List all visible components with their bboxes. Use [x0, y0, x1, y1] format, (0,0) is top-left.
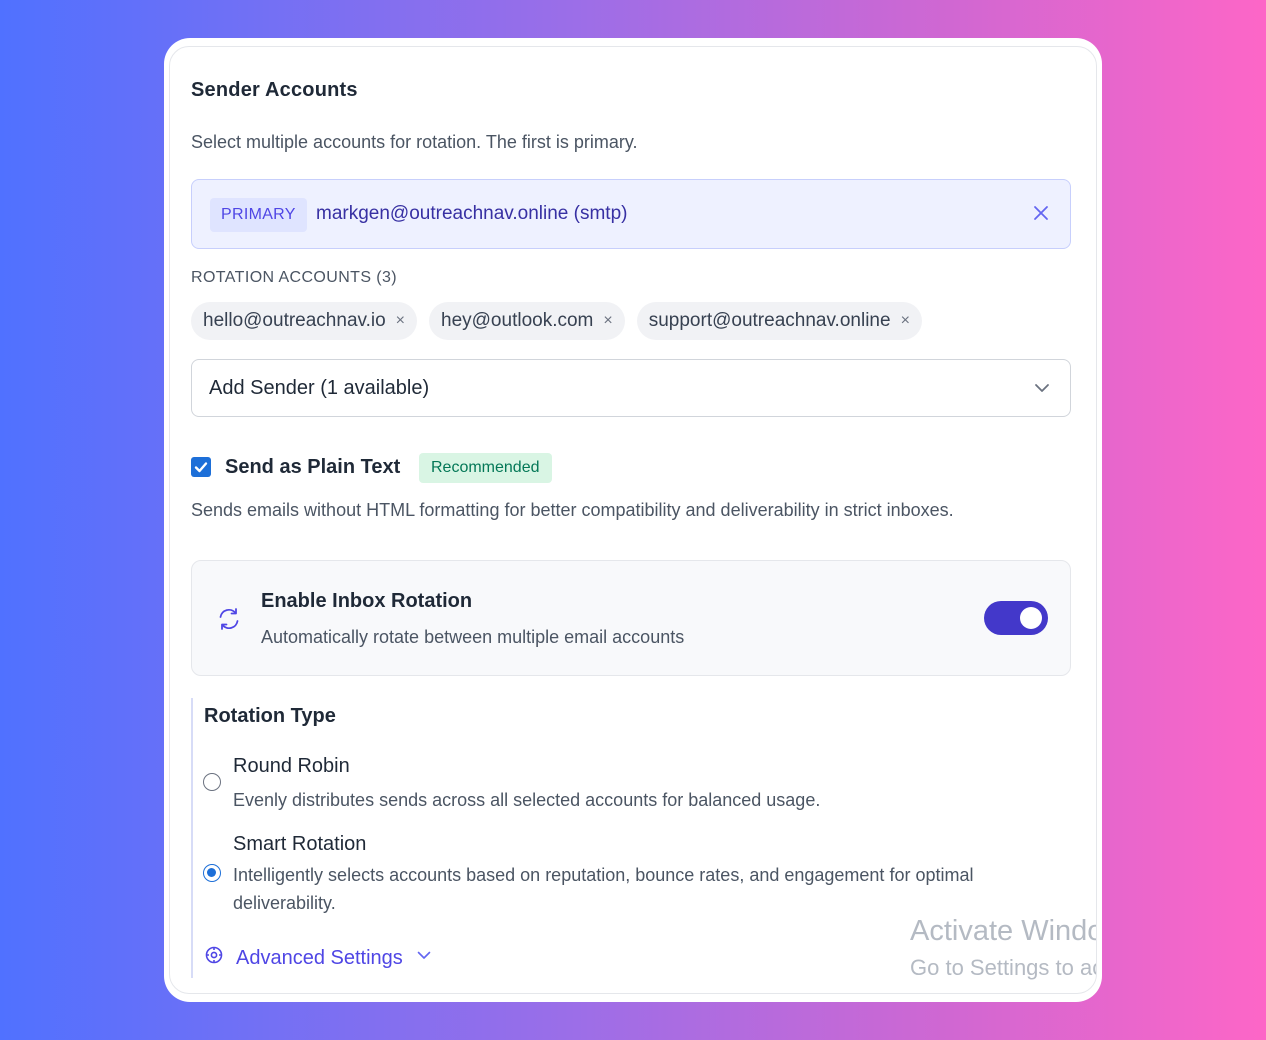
rotation-type-title: Rotation Type	[204, 705, 336, 727]
section-divider	[191, 698, 193, 978]
chevron-down-icon	[415, 946, 433, 970]
smart-rotation-label[interactable]: Smart Rotation	[233, 833, 366, 856]
sender-settings-panel: Sender Accounts Select multiple accounts…	[169, 46, 1097, 994]
chip-email: support@outreachnav.online	[648, 310, 891, 331]
advanced-settings-toggle[interactable]: Advanced Settings	[204, 945, 433, 971]
inbox-rotation-description: Automatically rotate between multiple em…	[261, 627, 685, 647]
chip-email: hey@outlook.com	[441, 310, 594, 331]
account-chip: hello@outreachnav.io ×	[191, 302, 418, 340]
settings-icon	[204, 945, 224, 971]
round-robin-label[interactable]: Round Robin	[233, 755, 350, 778]
chevron-down-icon	[1032, 378, 1052, 398]
inbox-rotation-title: Enable Inbox Rotation	[261, 590, 473, 612]
remove-icon[interactable]: ×	[396, 312, 405, 330]
inbox-rotation-toggle[interactable]	[984, 601, 1048, 635]
advanced-settings-label: Advanced Settings	[236, 946, 403, 969]
remove-icon[interactable]: ×	[901, 312, 910, 330]
smart-rotation-radio[interactable]	[203, 864, 221, 882]
primary-email: markgen@outreachnav.online (smtp)	[316, 203, 628, 224]
refresh-icon	[216, 606, 242, 632]
plain-text-description: Sends emails without HTML formatting for…	[191, 500, 954, 520]
add-sender-select[interactable]: Add Sender (1 available)	[191, 359, 1071, 417]
section-title: Sender Accounts	[191, 79, 358, 101]
section-description: Select multiple accounts for rotation. T…	[191, 132, 638, 152]
plain-text-label[interactable]: Send as Plain Text	[225, 456, 400, 479]
round-robin-radio[interactable]	[203, 773, 221, 791]
inbox-rotation-card: Enable Inbox Rotation Automatically rota…	[191, 560, 1071, 676]
plain-text-checkbox[interactable]	[191, 457, 211, 477]
primary-badge: PRIMARY	[210, 198, 307, 232]
chip-email: hello@outreachnav.io	[203, 310, 386, 331]
remove-icon[interactable]: ×	[603, 312, 612, 330]
activate-windows-watermark: Activate Windo	[910, 915, 1097, 947]
add-sender-value: Add Sender (1 available)	[209, 377, 430, 399]
primary-account-box: PRIMARY markgen@outreachnav.online (smtp…	[191, 179, 1071, 249]
smart-rotation-description: Intelligently selects accounts based on …	[233, 865, 974, 913]
settings-card: Sender Accounts Select multiple accounts…	[164, 38, 1102, 1002]
toggle-knob	[1020, 607, 1042, 629]
rotation-accounts-list: hello@outreachnav.io × hey@outlook.com ×…	[191, 302, 922, 340]
close-icon[interactable]	[1030, 202, 1052, 224]
round-robin-description: Evenly distributes sends across all sele…	[233, 790, 821, 810]
activate-windows-hint: Go to Settings to ac	[910, 955, 1097, 980]
recommended-badge: Recommended	[419, 453, 552, 483]
check-icon	[194, 462, 208, 473]
account-chip: support@outreachnav.online ×	[636, 302, 922, 340]
rotation-accounts-label: ROTATION ACCOUNTS (3)	[191, 269, 398, 286]
account-chip: hey@outlook.com ×	[429, 302, 625, 340]
